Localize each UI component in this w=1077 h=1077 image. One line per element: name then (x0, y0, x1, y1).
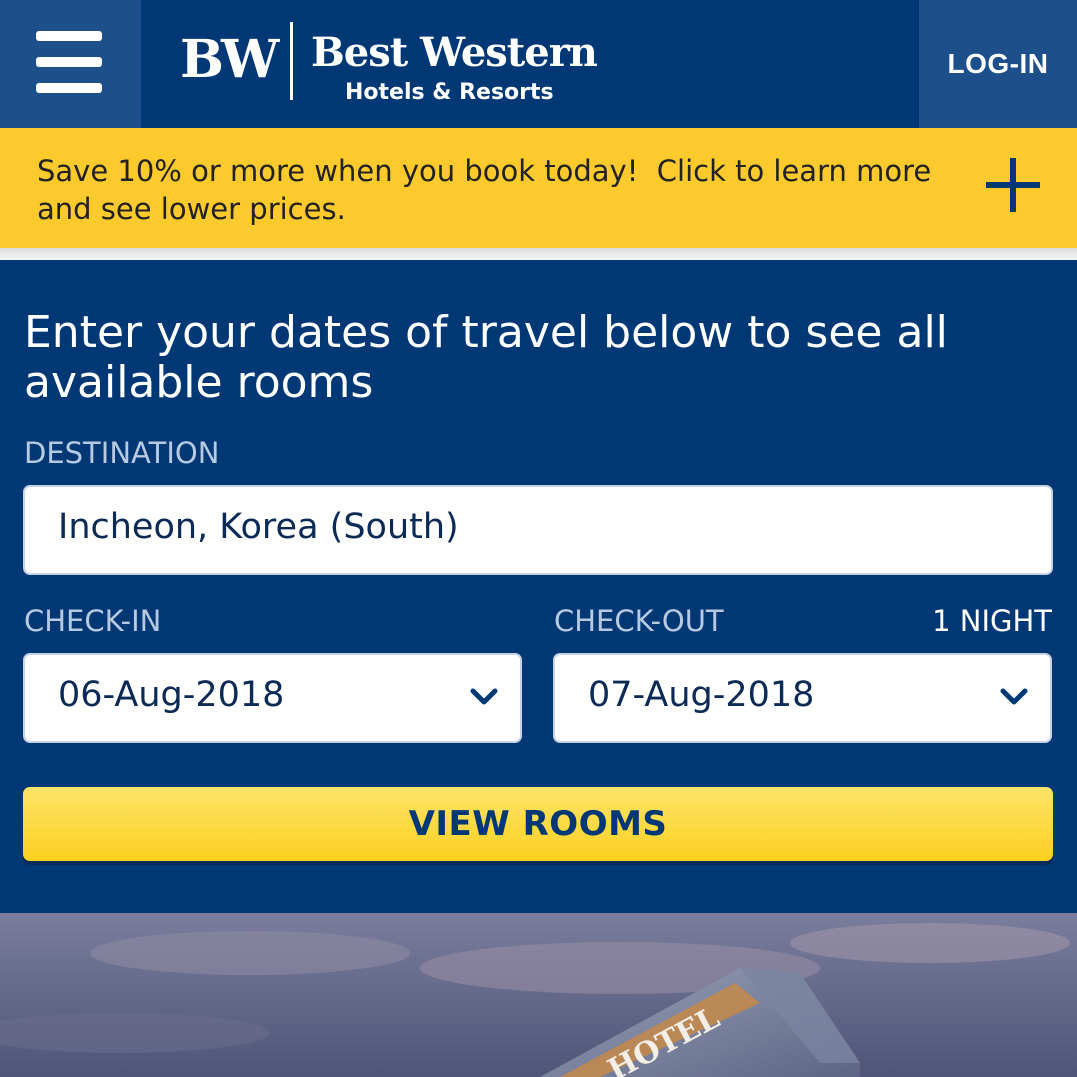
checkin-value: 06-Aug-2018 (58, 675, 285, 715)
login-button[interactable]: LOG-IN (919, 0, 1077, 128)
destination-label: DESTINATION (24, 436, 220, 470)
promo-text: Save 10% or more when you book today! Cl… (37, 154, 941, 226)
checkout-value: 07-Aug-2018 (588, 675, 815, 715)
hamburger-icon-bar (36, 83, 102, 93)
plus-icon[interactable] (986, 158, 1040, 212)
site-header: BW Best Western Hotels & Resorts LOG-IN (0, 0, 1077, 128)
logo-subtitle: Hotels & Resorts (345, 80, 554, 105)
logo-mark: BW (180, 29, 279, 90)
booking-heading: Enter your dates of travel below to see … (24, 307, 948, 408)
logo-divider (290, 22, 293, 100)
chevron-down-icon (1000, 687, 1028, 707)
hamburger-icon-bar (36, 57, 102, 67)
nights-count: 1 NIGHT (932, 604, 1052, 638)
destination-input[interactable]: Incheon, Korea (South) (23, 485, 1053, 575)
promo-banner[interactable]: Save 10% or more when you book today! Cl… (0, 128, 1077, 248)
destination-value: Incheon, Korea (South) (58, 507, 459, 547)
checkout-label: CHECK-OUT (554, 604, 724, 638)
chevron-down-icon (470, 687, 498, 707)
booking-form: Enter your dates of travel below to see … (0, 260, 1077, 913)
checkin-select[interactable]: 06-Aug-2018 (23, 653, 522, 743)
hamburger-icon (36, 31, 102, 41)
menu-button[interactable] (0, 0, 141, 128)
logo-name: Best Western (311, 29, 598, 76)
hotel-photo: HOTEL (0, 913, 1077, 1077)
checkout-select[interactable]: 07-Aug-2018 (553, 653, 1052, 743)
view-rooms-button[interactable]: VIEW ROOMS (23, 787, 1053, 861)
checkin-label: CHECK-IN (24, 604, 162, 638)
promo-divider (0, 248, 1077, 260)
